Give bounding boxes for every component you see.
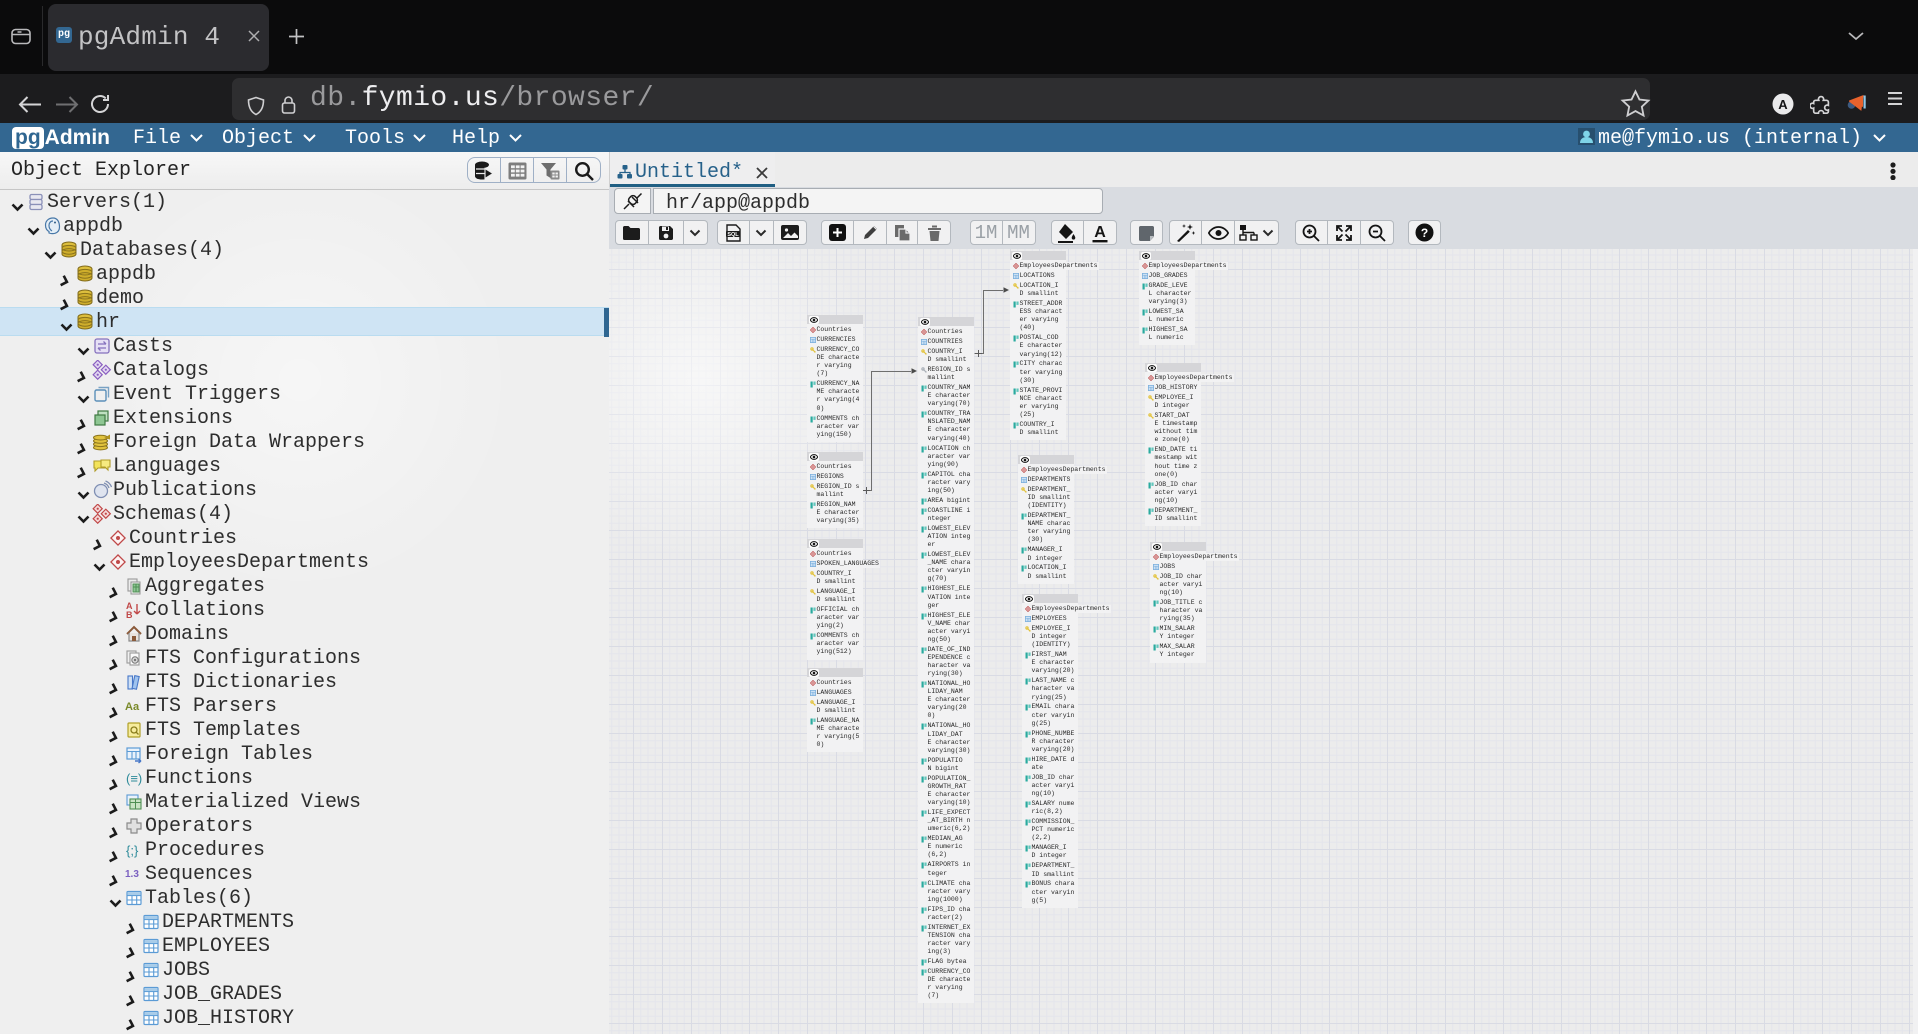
svg-text:Aa: Aa xyxy=(125,701,140,713)
svg-text:A: A xyxy=(1094,224,1106,241)
svg-text:{;}: {;} xyxy=(126,843,139,858)
svg-text:A: A xyxy=(1778,97,1788,112)
svg-text:(≡): (≡) xyxy=(126,771,142,786)
svg-text:B: B xyxy=(126,610,133,620)
svg-text:?: ? xyxy=(1421,226,1428,240)
svg-text:SQL: SQL xyxy=(727,232,739,238)
svg-text:1.3: 1.3 xyxy=(125,869,139,880)
